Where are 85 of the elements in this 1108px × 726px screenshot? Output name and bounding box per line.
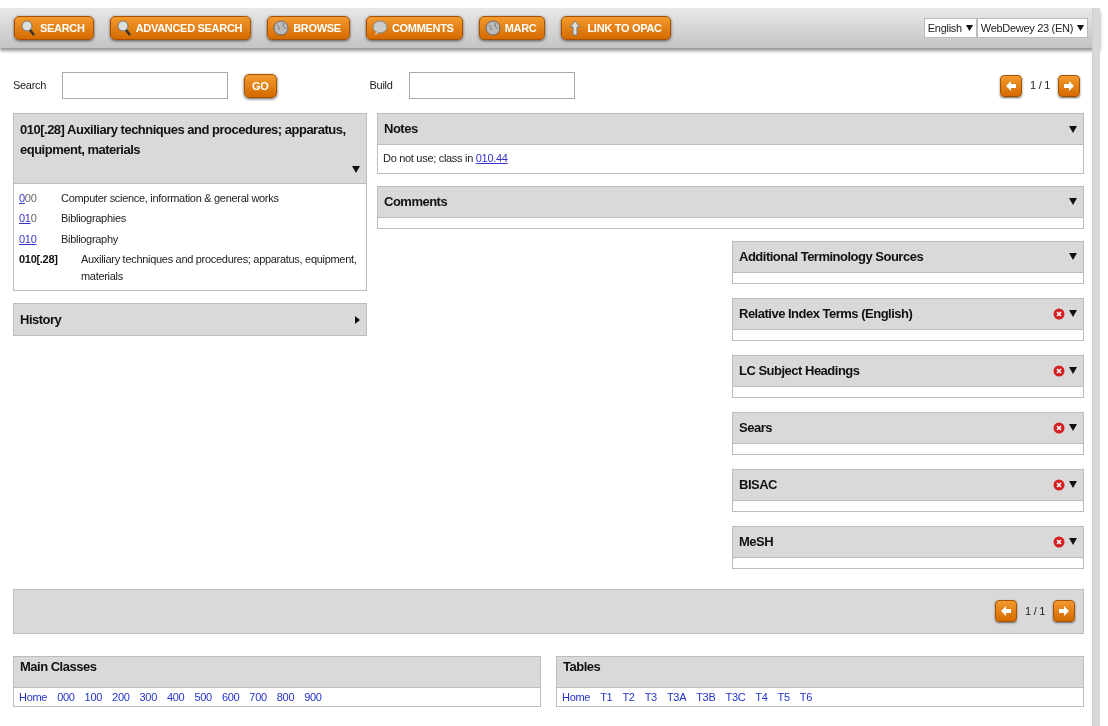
class-number-link[interactable]: 010 xyxy=(19,232,37,245)
left-arrow-icon xyxy=(1000,605,1013,617)
remove-icon[interactable] xyxy=(1053,478,1065,491)
nav-link[interactable]: T4 xyxy=(755,688,768,705)
remove-icon[interactable] xyxy=(1053,421,1065,434)
collapse-triangle-icon[interactable] xyxy=(1069,310,1077,317)
class-number: 00 xyxy=(24,191,37,204)
panel-title: Additional Terminology Sources xyxy=(739,247,925,266)
panel-title: History xyxy=(20,310,63,329)
panel-title: Notes xyxy=(384,120,419,139)
up-arrow-icon xyxy=(567,20,584,36)
panel-title: LC Subject Headings xyxy=(739,361,861,380)
nav-link[interactable]: T2 xyxy=(622,688,635,705)
nav-link[interactable]: Home xyxy=(19,688,48,705)
globe-icon xyxy=(273,20,290,36)
expand-triangle-icon[interactable] xyxy=(355,315,360,324)
language-select[interactable]: English xyxy=(923,18,977,38)
note-text: Do not use; class in xyxy=(383,152,474,164)
nav-link[interactable]: 200 xyxy=(112,688,130,705)
dropdown-arrow-icon xyxy=(965,25,973,31)
nav-link[interactable]: 100 xyxy=(84,688,103,705)
nav-link[interactable]: 400 xyxy=(166,688,185,705)
panel-title: Comments xyxy=(384,192,449,211)
nav-link[interactable]: 700 xyxy=(249,688,267,705)
collapse-triangle-icon[interactable] xyxy=(1069,481,1077,488)
nav-link[interactable]: T3C xyxy=(725,688,746,705)
page-counter: 1 / 1 xyxy=(1025,603,1045,619)
nav-link[interactable]: T3A xyxy=(666,688,687,705)
panel-title: Sears xyxy=(739,418,773,437)
nav-link[interactable]: 500 xyxy=(194,688,212,705)
edition-select[interactable]: WebDewey 23 (EN) xyxy=(976,18,1088,38)
panel-title: Relative Index Terms (English) xyxy=(739,304,914,323)
nav-link[interactable]: 900 xyxy=(304,688,322,705)
dropdown-arrow-icon xyxy=(1077,25,1084,31)
nav-link[interactable]: 600 xyxy=(221,688,240,705)
previous-button[interactable] xyxy=(995,600,1018,622)
left-arrow-icon xyxy=(1005,79,1018,92)
build-label: Build xyxy=(369,78,393,94)
nav-link[interactable]: 300 xyxy=(139,688,157,705)
class-number: 010[.28] xyxy=(19,253,58,265)
scrollbar[interactable] xyxy=(1092,8,1100,726)
next-button[interactable] xyxy=(1053,600,1075,622)
remove-icon[interactable] xyxy=(1053,535,1065,548)
class-number: 0 xyxy=(30,212,37,224)
nav-link[interactable]: T5 xyxy=(777,688,790,705)
collapse-triangle-icon[interactable] xyxy=(1069,125,1077,133)
globe-icon xyxy=(484,20,501,36)
panel-title: Tables xyxy=(563,658,601,674)
class-caption: Auxiliary techniques and procedures; apparatus, equipment, materials xyxy=(81,252,358,284)
record-title: 010[.28] Auxiliary techniques and procedures; apparatus, equipment, materials xyxy=(20,121,347,159)
collapse-triangle-icon[interactable] xyxy=(1069,367,1077,374)
class-caption: Bibliography xyxy=(61,231,118,247)
nav-link[interactable]: T1 xyxy=(600,688,613,705)
speech-bubble-icon xyxy=(371,20,388,36)
note-link[interactable]: 010.44 xyxy=(475,152,508,164)
panel-title: Main Classes xyxy=(20,658,97,674)
search-icon xyxy=(20,20,36,36)
collapse-triangle-icon[interactable] xyxy=(1069,253,1077,260)
collapse-triangle-icon[interactable] xyxy=(1069,424,1077,431)
nav-link[interactable]: T6 xyxy=(799,688,813,705)
previous-button[interactable] xyxy=(1000,74,1023,97)
collapse-triangle-icon[interactable] xyxy=(352,166,360,173)
panel-title: BISAC xyxy=(739,475,778,494)
right-arrow-icon xyxy=(1058,605,1070,617)
panel-title: MeSH xyxy=(739,532,775,551)
nav-link[interactable]: T3B xyxy=(696,688,716,705)
search-label: Search xyxy=(13,78,47,94)
class-caption: Bibliographies xyxy=(61,211,126,226)
remove-icon[interactable] xyxy=(1053,307,1065,320)
class-caption: Computer science, information & general works xyxy=(61,190,279,206)
build-field[interactable] xyxy=(408,72,575,99)
class-number-link[interactable]: 0 xyxy=(19,191,25,204)
nav-link[interactable]: T3 xyxy=(644,688,657,705)
page-counter: 1 / 1 xyxy=(1030,78,1050,94)
collapse-triangle-icon[interactable] xyxy=(1069,198,1077,205)
next-button[interactable] xyxy=(1058,74,1080,97)
class-number-link[interactable]: 01 xyxy=(19,212,31,224)
nav-link[interactable]: 800 xyxy=(276,688,295,705)
right-arrow-icon xyxy=(1063,79,1075,92)
search-field[interactable] xyxy=(62,72,229,99)
collapse-triangle-icon[interactable] xyxy=(1069,538,1077,545)
nav-link[interactable]: Home xyxy=(562,688,591,705)
remove-icon[interactable] xyxy=(1053,364,1065,377)
nav-link[interactable]: 000 xyxy=(57,688,75,705)
search-icon xyxy=(115,20,132,36)
